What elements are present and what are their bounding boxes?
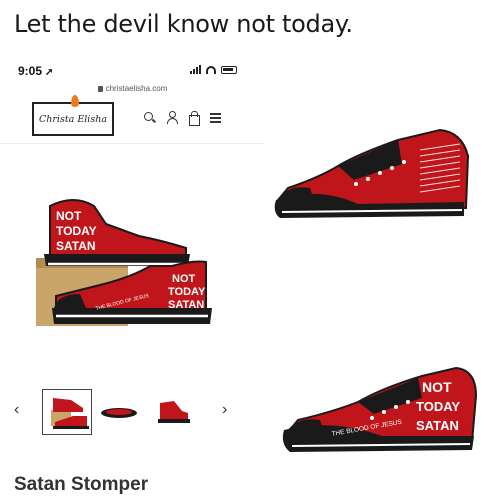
wifi-icon (206, 65, 216, 74)
svg-text:SATAN: SATAN (168, 299, 204, 311)
flame-icon (71, 95, 79, 107)
shoe-text-not: NOT (56, 209, 82, 223)
url-text: christaelisha.com (105, 84, 168, 93)
gallery-next-arrow[interactable]: › (222, 401, 227, 419)
shoe-text-today: TODAY (56, 224, 97, 238)
thumbnail-1[interactable] (42, 389, 92, 435)
thumbnail-gallery: ‹ › (0, 387, 265, 437)
product-title: Satan Stomper (14, 474, 149, 495)
site-header: Christa Elisha (0, 95, 265, 144)
logo-text: Christa Elisha (38, 113, 107, 125)
side-shoe-text-satan: SATAN (416, 418, 459, 433)
main-product-image[interactable]: NOT TODAY SATAN NOT TODAY SATAN THE BLOO… (34, 196, 234, 336)
thumbnail-2[interactable] (94, 389, 144, 435)
brand-logo[interactable]: Christa Elisha (32, 95, 114, 136)
status-time: 9:05 ➚ (18, 64, 54, 78)
lock-icon (97, 86, 103, 92)
signal-icon (190, 65, 201, 74)
phone-screenshot: 9:05 ➚ christaelisha.com Christa Elisha N… (0, 56, 265, 446)
meme-caption: Let the devil know not today. (14, 10, 353, 38)
side-shoe-text-image: NOT TODAY SATAN THE BLOOD OF JESUS (282, 366, 478, 452)
side-shoe-text-not: NOT (422, 379, 452, 395)
location-arrow-icon: ➚ (45, 67, 54, 78)
bag-icon[interactable] (187, 111, 201, 126)
gallery-prev-arrow[interactable]: ‹ (14, 401, 19, 419)
user-icon[interactable] (165, 111, 179, 125)
shoe-text-satan: SATAN (56, 239, 96, 253)
address-bar[interactable]: christaelisha.com (0, 84, 265, 93)
menu-icon[interactable] (209, 111, 223, 125)
battery-icon (221, 65, 237, 74)
search-icon[interactable] (143, 111, 157, 125)
side-shoe-text-today: TODAY (416, 399, 460, 414)
side-shoe-image (274, 128, 470, 218)
shoe-back: NOT TODAY SATAN (44, 199, 190, 266)
thumbnail-3[interactable] (148, 389, 198, 435)
svg-text:TODAY: TODAY (168, 286, 206, 298)
status-icons (190, 65, 237, 74)
svg-text:NOT: NOT (172, 273, 196, 285)
